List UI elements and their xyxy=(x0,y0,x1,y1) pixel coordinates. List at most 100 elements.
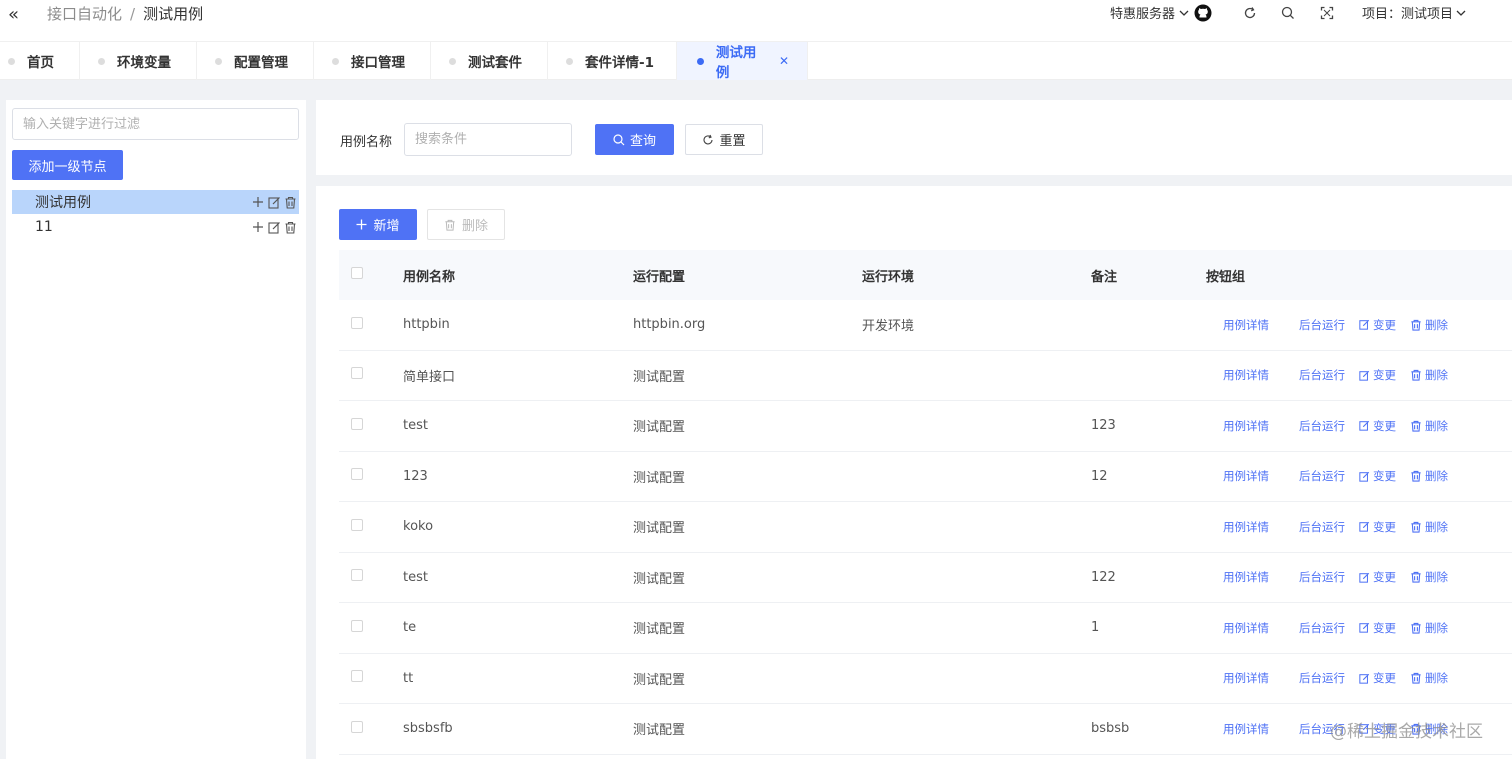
edit-link[interactable]: 变更 xyxy=(1359,620,1396,636)
edit-icon[interactable] xyxy=(267,220,281,234)
tab-suite-detail[interactable]: 套件详情-1 xyxy=(548,42,677,80)
trash-icon[interactable] xyxy=(283,220,297,234)
trash-icon[interactable] xyxy=(283,195,297,209)
add-button-label: 新增 xyxy=(373,218,400,233)
background-run-link[interactable]: 后台运行 xyxy=(1299,569,1345,585)
background-run-link[interactable]: 后台运行 xyxy=(1299,620,1345,636)
delete-link-label: 删除 xyxy=(1425,418,1448,433)
background-run-link[interactable]: 后台运行 xyxy=(1299,367,1345,383)
edit-link[interactable]: 变更 xyxy=(1359,317,1396,333)
edit-icon xyxy=(1359,421,1370,431)
plus-icon[interactable] xyxy=(251,195,265,209)
case-detail-link[interactable]: 用例详情 xyxy=(1223,670,1269,686)
edit-link-label: 变更 xyxy=(1373,570,1396,585)
row-actions: 用例详情 后台运行 变更 删除 xyxy=(1206,317,1512,333)
search-icon[interactable] xyxy=(1280,5,1296,21)
delete-link[interactable]: 删除 xyxy=(1410,468,1448,484)
case-detail-link[interactable]: 用例详情 xyxy=(1223,620,1269,636)
tab-config[interactable]: 配置管理 xyxy=(197,42,314,80)
background-run-link[interactable]: 后台运行 xyxy=(1299,418,1345,434)
background-run-link[interactable]: 后台运行 xyxy=(1299,468,1345,484)
tab-home[interactable]: 首页 xyxy=(0,42,80,80)
edit-icon xyxy=(1359,522,1370,532)
tab-test-cases[interactable]: 测试用例 ✕ xyxy=(677,42,808,81)
close-icon[interactable]: ✕ xyxy=(779,54,789,68)
table-row: httpbin httpbin.org 开发环境 用例详情 后台运行 变更 删除 xyxy=(339,300,1512,351)
table-body: httpbin httpbin.org 开发环境 用例详情 后台运行 变更 删除… xyxy=(339,300,1512,755)
query-button[interactable]: 查询 xyxy=(595,124,674,155)
tree-filter-input[interactable] xyxy=(12,108,299,140)
row-checkbox[interactable] xyxy=(351,417,363,430)
background-run-link[interactable]: 后台运行 xyxy=(1299,519,1345,535)
tab-suite[interactable]: 测试套件 xyxy=(431,42,548,80)
delete-link[interactable]: 删除 xyxy=(1410,670,1448,686)
delete-link[interactable]: 删除 xyxy=(1410,519,1448,535)
row-actions: 用例详情 后台运行 变更 删除 xyxy=(1206,519,1512,535)
breadcrumb-item[interactable]: 接口自动化 xyxy=(47,3,122,24)
edit-link[interactable]: 变更 xyxy=(1359,367,1396,383)
tab-label: 接口管理 xyxy=(351,55,405,71)
case-detail-link[interactable]: 用例详情 xyxy=(1223,468,1269,484)
case-name-cell: 简单接口 xyxy=(403,369,456,385)
delete-link[interactable]: 删除 xyxy=(1410,569,1448,585)
plus-icon[interactable] xyxy=(251,220,265,234)
tree-node[interactable]: 11 xyxy=(12,215,299,239)
row-actions: 用例详情 后台运行 变更 删除 xyxy=(1206,418,1512,434)
fullscreen-icon[interactable] xyxy=(1319,5,1335,21)
delete-link-label: 删除 xyxy=(1425,519,1448,534)
tab-api[interactable]: 接口管理 xyxy=(314,42,431,80)
case-detail-link[interactable]: 用例详情 xyxy=(1223,569,1269,585)
row-checkbox[interactable] xyxy=(351,569,363,582)
edit-link[interactable]: 变更 xyxy=(1359,468,1396,484)
tab-dot-icon xyxy=(215,57,222,65)
edit-link[interactable]: 变更 xyxy=(1359,569,1396,585)
github-icon[interactable] xyxy=(1194,4,1212,22)
case-detail-link[interactable]: 用例详情 xyxy=(1223,367,1269,383)
add-case-button[interactable]: 新增 xyxy=(339,209,417,240)
delete-link[interactable]: 删除 xyxy=(1410,620,1448,636)
background-run-link[interactable]: 后台运行 xyxy=(1299,317,1345,333)
refresh-icon[interactable] xyxy=(1242,5,1258,21)
delete-link[interactable]: 删除 xyxy=(1410,367,1448,383)
row-checkbox[interactable] xyxy=(351,468,363,481)
search-icon xyxy=(613,133,625,145)
edit-icon[interactable] xyxy=(267,195,281,209)
breadcrumb-separator: / xyxy=(130,4,136,23)
edit-link[interactable]: 变更 xyxy=(1359,519,1396,535)
add-root-node-button[interactable]: 添加一级节点 xyxy=(12,150,123,180)
column-header: 用例名称 xyxy=(403,269,456,285)
select-all-checkbox[interactable] xyxy=(351,267,363,279)
row-checkbox[interactable] xyxy=(351,316,363,329)
row-checkbox[interactable] xyxy=(351,619,363,632)
delete-link[interactable]: 删除 xyxy=(1410,418,1448,434)
server-dropdown[interactable]: 特惠服务器 xyxy=(1110,3,1212,22)
tab-env-vars[interactable]: 环境变量 xyxy=(80,42,197,80)
reset-button[interactable]: 重置 xyxy=(685,124,763,155)
tree-node[interactable]: 测试用例 xyxy=(12,190,299,214)
edit-link[interactable]: 变更 xyxy=(1359,670,1396,686)
delete-link[interactable]: 删除 xyxy=(1410,317,1448,333)
row-checkbox[interactable] xyxy=(351,367,363,380)
edit-link[interactable]: 变更 xyxy=(1359,418,1396,434)
case-detail-link[interactable]: 用例详情 xyxy=(1223,317,1269,333)
case-detail-link[interactable]: 用例详情 xyxy=(1223,519,1269,535)
tree-node-label: 11 xyxy=(35,219,53,235)
row-checkbox[interactable] xyxy=(351,720,363,733)
tree-node-label: 测试用例 xyxy=(35,195,91,211)
edit-link-label: 变更 xyxy=(1373,368,1396,383)
row-checkbox[interactable] xyxy=(351,670,363,683)
breadcrumb: 接口自动化 / 测试用例 xyxy=(47,3,203,24)
batch-delete-button[interactable]: 删除 xyxy=(427,209,505,240)
collapse-sidebar-icon[interactable]: « xyxy=(8,4,19,25)
project-dropdown[interactable]: 项目：测试项目 xyxy=(1362,3,1467,22)
config-cell: 测试配置 xyxy=(633,672,686,688)
background-run-link[interactable]: 后台运行 xyxy=(1299,670,1345,686)
case-detail-link[interactable]: 用例详情 xyxy=(1223,721,1269,737)
top-header: « 接口自动化 / 测试用例 特惠服务器 项目：测试项目 xyxy=(0,0,1512,42)
case-name-search-input[interactable] xyxy=(404,123,572,156)
table-panel: 新增 删除 用例名称 运行配置 运行环境 备注 按钮组 httpbin http… xyxy=(316,186,1512,759)
case-detail-link[interactable]: 用例详情 xyxy=(1223,418,1269,434)
row-checkbox[interactable] xyxy=(351,518,363,531)
delete-link-label: 删除 xyxy=(1425,620,1448,635)
row-actions: 用例详情 后台运行 变更 删除 xyxy=(1206,367,1512,383)
